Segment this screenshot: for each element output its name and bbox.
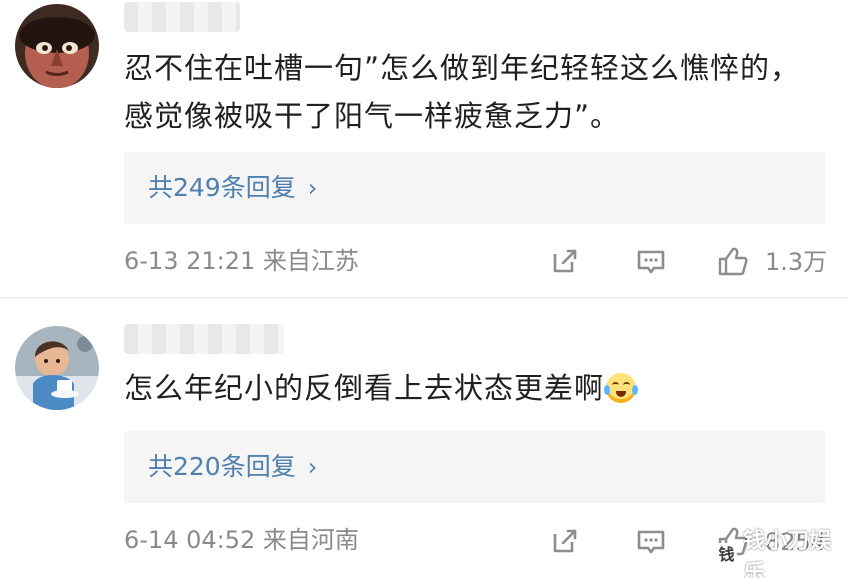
- like-count: 1.3万: [765, 248, 828, 276]
- comment-text-content: 怎么年纪小的反倒看上去状态更差啊: [124, 371, 605, 405]
- comment-icon: [637, 530, 665, 554]
- share-button[interactable]: [548, 244, 582, 278]
- comment-feed: 忍不住在吐槽一句”怎么做到年纪轻轻这么憔悴的，感觉像被吸干了阳气一样疲惫乏力”。…: [0, 0, 848, 578]
- replies-count-label: 共220条回复: [148, 452, 296, 481]
- comment-location: 来自河南: [262, 526, 359, 554]
- user-avatar[interactable]: [15, 326, 99, 410]
- replies-panel[interactable]: 共249条回复 ›: [124, 152, 825, 224]
- comment-meta: 6-14 04:52 来自河南: [124, 524, 359, 556]
- share-icon: [553, 529, 577, 553]
- user-avatar[interactable]: [15, 4, 99, 88]
- comment-location: 来自江苏: [262, 247, 359, 275]
- watermark-text: 钱小刀娱乐: [743, 529, 832, 578]
- comment-time: 6-14 04:52: [124, 526, 256, 554]
- comment-item: 忍不住在吐槽一句”怎么做到年纪轻轻这么憔悴的，感觉像被吸干了阳气一样疲惫乏力”。…: [0, 0, 848, 298]
- watermark: 钱 钱小刀娱乐: [712, 529, 848, 578]
- cartoon-avatar-icon: [15, 4, 99, 88]
- reply-button[interactable]: [634, 524, 668, 558]
- chevron-right-icon: ›: [307, 453, 318, 481]
- chevron-right-icon: ›: [307, 174, 318, 202]
- replies-count-label: 共249条回复: [148, 173, 296, 202]
- comment-icon: [637, 250, 665, 274]
- thumbs-up-icon: [718, 247, 748, 276]
- like-button[interactable]: [716, 244, 750, 278]
- view-replies-link[interactable]: 共249条回复 ›: [148, 172, 317, 204]
- comment-time: 6-13 21:21: [124, 247, 256, 275]
- reply-button[interactable]: [634, 244, 668, 278]
- child-photo-avatar-icon: [15, 326, 99, 410]
- comment-text: 怎么年纪小的反倒看上去状态更差啊: [124, 364, 824, 412]
- blurred-username[interactable]: [124, 2, 240, 32]
- share-button[interactable]: [548, 524, 582, 558]
- replies-panel[interactable]: 共220条回复 ›: [124, 431, 825, 503]
- comment-meta: 6-13 21:21 来自江苏: [124, 245, 359, 277]
- view-replies-link[interactable]: 共220条回复 ›: [148, 451, 317, 483]
- comment-divider: [0, 297, 848, 299]
- share-icon: [553, 249, 577, 273]
- blurred-username[interactable]: [124, 324, 284, 354]
- watermark-logo: 钱: [716, 543, 738, 567]
- crying-laughing-emoji-icon: [604, 373, 639, 403]
- comment-text: 忍不住在吐槽一句”怎么做到年纪轻轻这么憔悴的，感觉像被吸干了阳气一样疲惫乏力”。: [124, 51, 801, 133]
